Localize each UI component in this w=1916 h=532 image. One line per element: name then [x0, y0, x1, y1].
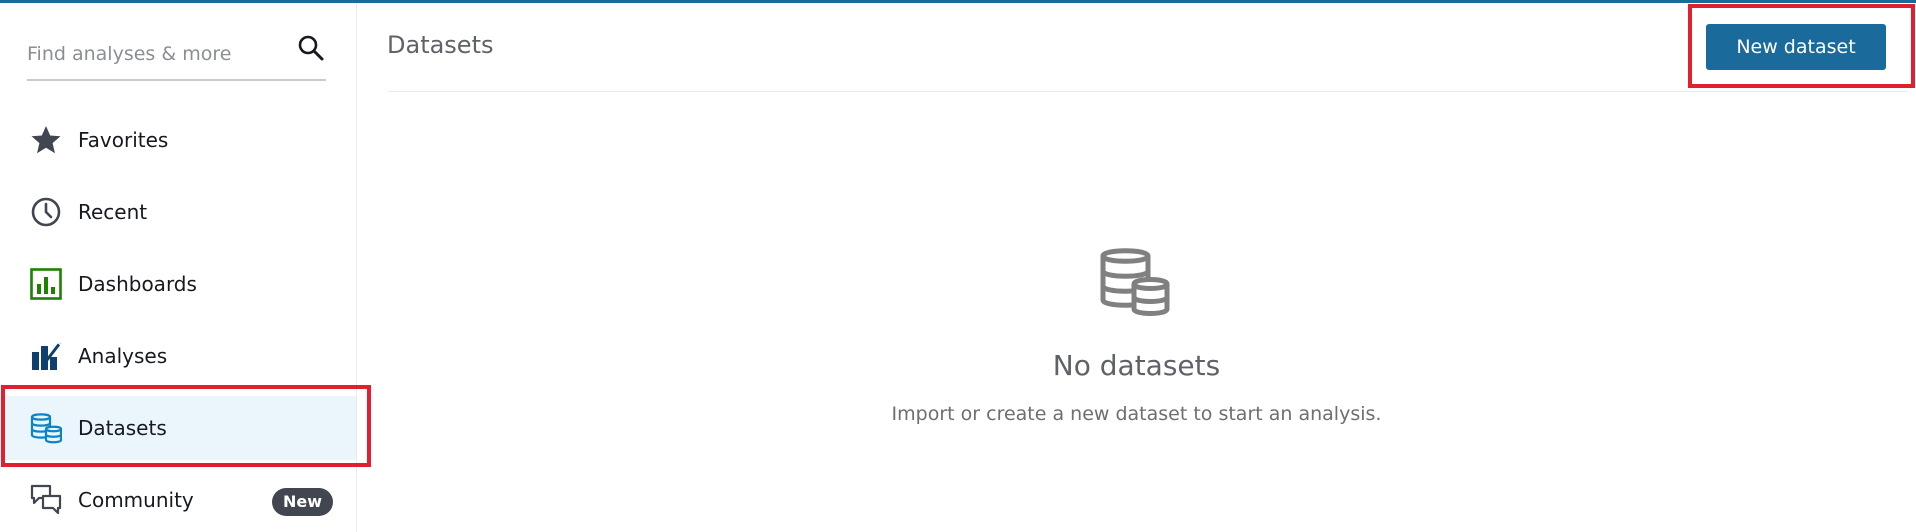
sidebar-item-label: Community — [78, 488, 194, 512]
sidebar-item-dashboards[interactable]: Dashboards — [0, 252, 356, 316]
sidebar-item-datasets[interactable]: Datasets — [0, 396, 356, 460]
main-content: Datasets New dataset No datasets Import … — [357, 3, 1916, 532]
new-dataset-button[interactable]: New dataset — [1706, 24, 1886, 70]
star-icon — [30, 124, 62, 156]
sidebar-item-label: Analyses — [78, 344, 168, 368]
sidebar-item-label: Favorites — [78, 128, 169, 152]
sidebar: Favorites Recent Dashboards — [0, 3, 357, 532]
search-input[interactable] — [27, 37, 277, 71]
sidebar-item-label: Recent — [78, 200, 148, 224]
sidebar-item-recent[interactable]: Recent — [0, 180, 356, 244]
analyses-icon — [30, 340, 62, 372]
empty-state-description: Import or create a new dataset to start … — [891, 403, 1382, 425]
page-title: Datasets — [387, 31, 494, 59]
search-icon[interactable] — [296, 33, 326, 63]
community-icon — [30, 484, 62, 516]
sidebar-item-community[interactable]: Community New — [0, 468, 356, 532]
sidebar-item-analyses[interactable]: Analyses — [0, 324, 356, 388]
dataset-empty-icon — [1100, 247, 1170, 317]
sidebar-item-label: Dashboards — [78, 272, 197, 296]
dashboard-icon — [30, 268, 62, 300]
sidebar-search — [27, 31, 326, 81]
sidebar-item-favorites[interactable]: Favorites — [0, 108, 356, 172]
empty-state-title: No datasets — [1052, 349, 1221, 382]
header-divider — [387, 91, 1909, 92]
clock-icon — [30, 196, 62, 228]
sidebar-item-label: Datasets — [78, 416, 167, 440]
new-badge: New — [272, 488, 334, 516]
dataset-icon — [30, 412, 63, 444]
